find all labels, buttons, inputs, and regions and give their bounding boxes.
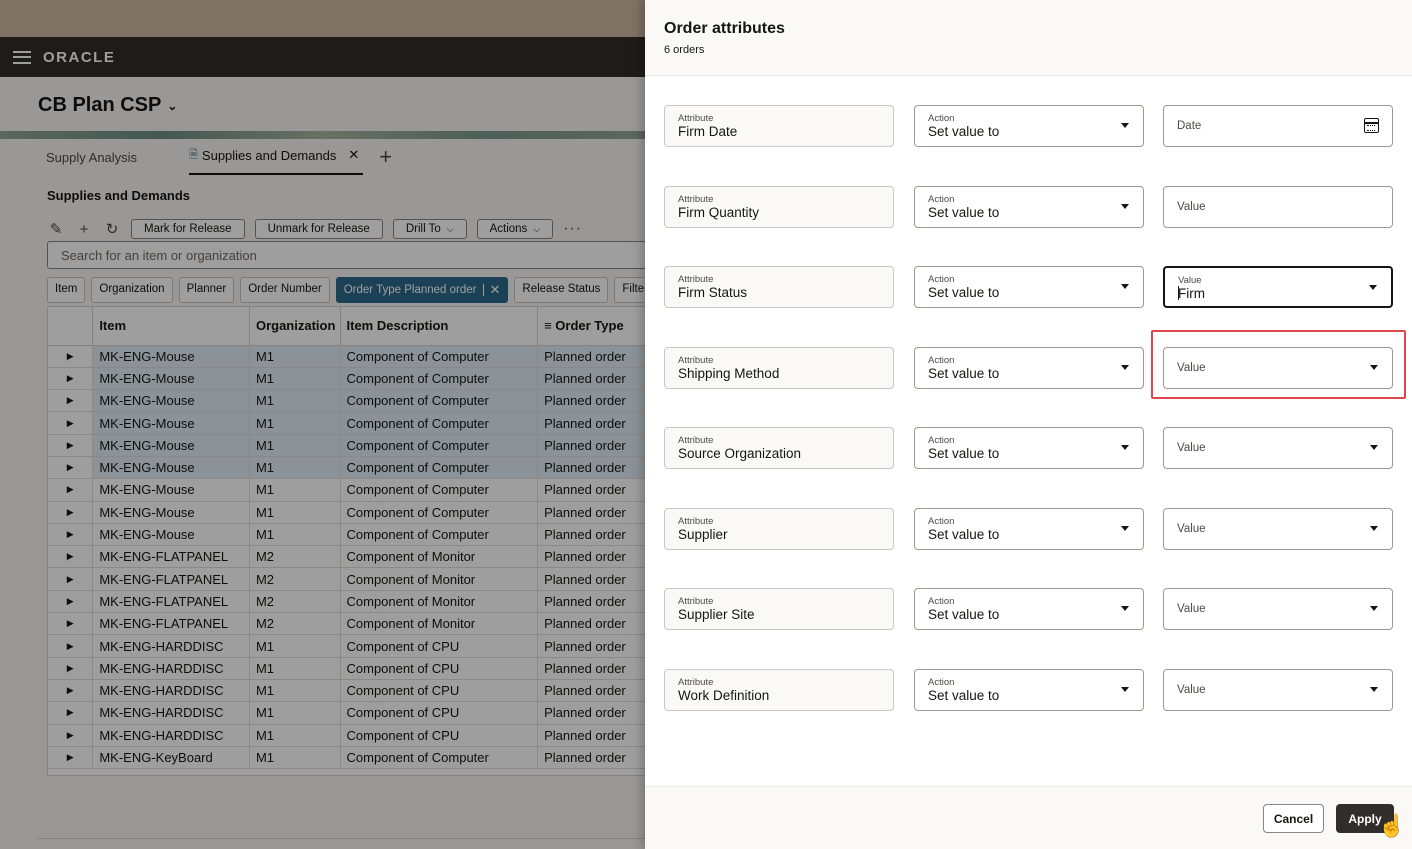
attribute-label: Attribute (678, 274, 714, 285)
action-select[interactable]: Action Set value to (914, 266, 1144, 308)
value-label: Value (1178, 275, 1202, 286)
attribute-label: Attribute (678, 113, 714, 124)
attribute-value: Supplier Site (678, 607, 755, 622)
drawer-header: Order attributes 6 orders (645, 0, 1412, 76)
value-select[interactable]: Value (1163, 669, 1393, 711)
attribute-value: Firm Quantity (678, 205, 760, 220)
action-select[interactable]: Action Set value to (914, 427, 1144, 469)
attribute-field: Attribute Shipping Method (664, 347, 894, 389)
dropdown-arrow-icon (1121, 687, 1129, 692)
value-placeholder: Value (1177, 523, 1206, 535)
action-select[interactable]: Action Set value to (914, 105, 1144, 147)
dropdown-arrow-icon (1369, 285, 1377, 290)
action-select[interactable]: Action Set value to (914, 347, 1144, 389)
cancel-button[interactable]: Cancel (1263, 804, 1324, 833)
attribute-field: Attribute Work Definition (664, 669, 894, 711)
value-select[interactable]: Value (1163, 588, 1393, 630)
attribute-label: Attribute (678, 194, 714, 205)
attribute-field: Attribute Firm Date (664, 105, 894, 147)
value-select[interactable]: Value (1163, 508, 1393, 550)
dropdown-arrow-icon (1370, 526, 1378, 531)
dropdown-arrow-icon (1121, 606, 1129, 611)
attribute-label: Attribute (678, 355, 714, 366)
value-placeholder: Value (1177, 201, 1206, 213)
background-app: ORACLE CB Plan CSP ⌄ Supply Analysis 🗎 S… (0, 0, 645, 849)
dropdown-arrow-icon (1370, 606, 1378, 611)
date-placeholder: Date (1177, 120, 1202, 132)
action-label: Action (928, 596, 955, 607)
action-label: Action (928, 355, 955, 366)
dropdown-arrow-icon (1370, 687, 1378, 692)
dropdown-arrow-icon (1121, 365, 1129, 370)
action-value: Set value to (928, 527, 1000, 542)
attribute-value: Firm Date (678, 124, 738, 139)
attribute-label: Attribute (678, 596, 714, 607)
action-select[interactable]: Action Set value to (914, 186, 1144, 228)
attribute-field: Attribute Supplier (664, 508, 894, 550)
value-placeholder: Value (1177, 603, 1206, 615)
action-select[interactable]: Action Set value to (914, 508, 1144, 550)
action-select[interactable]: Action Set value to (914, 669, 1144, 711)
attribute-row: Attribute Supplier Site Action Set value to… (664, 588, 1394, 630)
attribute-value: Source Organization (678, 446, 802, 461)
order-attributes-drawer: Order attributes 6 orders Attribute Firm … (645, 0, 1412, 849)
action-value: Set value to (928, 446, 1000, 461)
value-placeholder: Value (1177, 684, 1206, 696)
date-input[interactable]: Date (1163, 105, 1393, 147)
action-value: Set value to (928, 205, 1000, 220)
action-label: Action (928, 435, 955, 446)
action-value: Set value to (928, 688, 1000, 703)
attribute-row: Attribute Shipping Method Action Set value … (664, 347, 1394, 389)
action-label: Action (928, 113, 955, 124)
value-select[interactable]: Value Firm (1163, 266, 1393, 308)
attribute-field: Attribute Supplier Site (664, 588, 894, 630)
drawer-body: Attribute Firm Date Action Set value to Date… (645, 77, 1412, 786)
action-value: Set value to (928, 285, 1000, 300)
action-label: Action (928, 194, 955, 205)
action-label: Action (928, 274, 955, 285)
attribute-value: Shipping Method (678, 366, 780, 381)
dropdown-arrow-icon (1370, 365, 1378, 370)
attribute-row: Attribute Firm Quantity Action Set value to… (664, 186, 1394, 228)
value-placeholder: Value (1177, 442, 1206, 454)
value-input[interactable]: Value (1163, 186, 1393, 228)
action-select[interactable]: Action Set value to (914, 588, 1144, 630)
attribute-field: Attribute Source Organization (664, 427, 894, 469)
action-value: Set value to (928, 124, 1000, 139)
attribute-field: Attribute Firm Status (664, 266, 894, 308)
attribute-row: Attribute Supplier Action Set value to Value (664, 508, 1394, 550)
attribute-value: Work Definition (678, 688, 770, 703)
value-select[interactable]: Value (1163, 427, 1393, 469)
modal-overlay[interactable] (0, 0, 645, 849)
action-value: Set value to (928, 366, 1000, 381)
attribute-label: Attribute (678, 516, 714, 527)
calendar-icon[interactable] (1364, 118, 1379, 133)
dropdown-arrow-icon (1370, 445, 1378, 450)
attribute-label: Attribute (678, 677, 714, 688)
attribute-row: Attribute Firm Date Action Set value to Date (664, 105, 1394, 147)
hand-cursor-icon: ☝ (1378, 813, 1406, 838)
action-value: Set value to (928, 607, 1000, 622)
attribute-value: Firm Status (678, 285, 748, 300)
dropdown-arrow-icon (1121, 204, 1129, 209)
value-text: Firm (1178, 286, 1378, 302)
value-current: Firm (1178, 286, 1205, 301)
attribute-field: Attribute Firm Quantity (664, 186, 894, 228)
drawer-subtitle: 6 orders (664, 44, 705, 56)
dropdown-arrow-icon (1121, 526, 1129, 531)
attribute-row: Attribute Work Definition Action Set value … (664, 669, 1394, 711)
drawer-title: Order attributes (664, 20, 785, 37)
drawer-footer: Cancel Apply (645, 786, 1412, 849)
action-label: Action (928, 516, 955, 527)
value-placeholder: Value (1177, 362, 1206, 374)
attribute-label: Attribute (678, 435, 714, 446)
dropdown-arrow-icon (1121, 123, 1129, 128)
action-label: Action (928, 677, 955, 688)
attribute-value: Supplier (678, 527, 728, 542)
dropdown-arrow-icon (1121, 445, 1129, 450)
dropdown-arrow-icon (1121, 284, 1129, 289)
value-select[interactable]: Value (1163, 347, 1393, 389)
attribute-row: Attribute Source Organization Action Set va… (664, 427, 1394, 469)
attribute-row: Attribute Firm Status Action Set value to Va… (664, 266, 1394, 308)
